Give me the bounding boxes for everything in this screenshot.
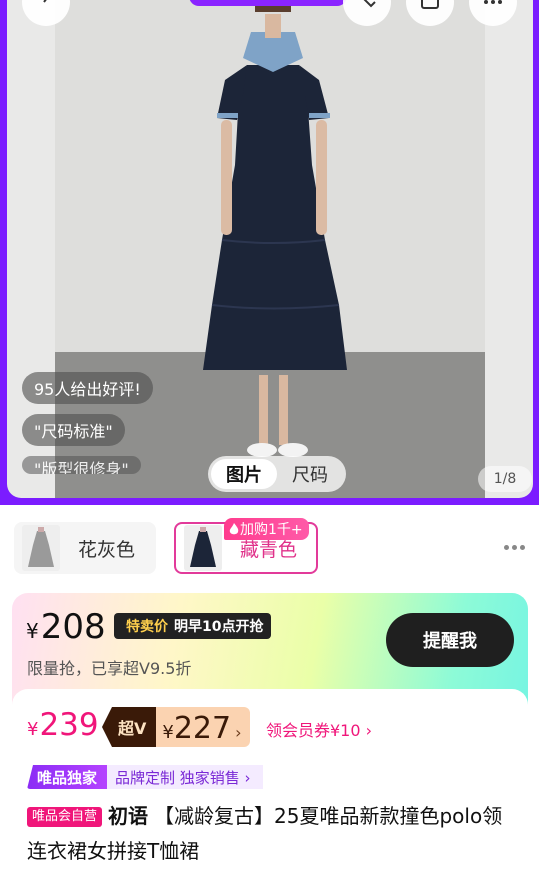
product-title: 唯品会自营 初语 【减龄复古】25夏唯品新款撞色polo领连衣裙女拼接T恤裙: [27, 799, 513, 869]
variant-thumbnail: [184, 525, 222, 571]
review-chip: 95人给出好评!: [22, 372, 153, 404]
currency-symbol: ¥: [162, 722, 174, 743]
tab-size[interactable]: 尺码: [277, 459, 343, 489]
review-text: "版型很修身": [34, 460, 129, 474]
color-variants: 花灰色 藏青色 加购1千+: [0, 518, 539, 580]
flash-sale-tag: 特卖价 明早10点开抢: [114, 613, 272, 639]
svip-price-tag[interactable]: 超V ¥ 227 ›: [102, 707, 250, 747]
flash-tag-time: 明早10点开抢: [174, 619, 264, 635]
page-indicator: 1/8: [478, 466, 532, 492]
brand-name[interactable]: 初语: [108, 804, 148, 828]
more-icon: [484, 0, 502, 4]
currency-symbol: ¥: [26, 619, 39, 643]
flash-price-value: 208: [40, 607, 106, 647]
flash-sale-price: ¥ 208: [26, 607, 106, 647]
top-banner[interactable]: [189, 0, 347, 6]
review-chip: "版型很修身": [22, 456, 141, 474]
variant-gray[interactable]: 花灰色: [14, 522, 156, 574]
svip-price-value: 227: [173, 711, 232, 746]
remind-me-button[interactable]: 提醒我: [386, 613, 514, 667]
review-text: 95人给出好评!: [34, 380, 141, 399]
variant-thumbnail: [22, 525, 60, 571]
self-operated-badge: 唯品会自营: [27, 807, 103, 827]
tab-images[interactable]: 图片: [211, 459, 277, 489]
regular-price-value: 239: [39, 707, 99, 743]
member-coupon-link[interactable]: 领会员券¥10 ›: [266, 717, 372, 741]
back-arrow-icon: [43, 0, 47, 3]
review-chip: "尺码标准": [22, 414, 125, 446]
gallery-tab-switch: 图片 尺码: [208, 456, 346, 492]
exclusive-tag: 唯品独家: [27, 765, 108, 789]
brand-exclusive-row[interactable]: 唯品独家 品牌定制 独家销售 ›: [27, 765, 263, 789]
review-text: "尺码标准": [34, 422, 113, 441]
variant-label: 花灰色: [78, 538, 136, 561]
product-gallery: 95人给出好评! "尺码标准" "版型很修身" 图片 尺码 1/8: [0, 0, 539, 505]
regular-price: ¥ 239: [27, 707, 99, 743]
limit-notice: 限量抢，已享超V9.5折: [27, 659, 192, 678]
currency-symbol: ¥: [27, 719, 39, 740]
variant-navy[interactable]: 藏青色 加购1千+: [174, 518, 318, 574]
price-card: ¥ 208 特卖价 明早10点开抢 限量抢，已享超V9.5折 提醒我 ¥ 239…: [12, 593, 528, 880]
more-variants-icon[interactable]: [504, 545, 525, 550]
hot-badge-text: 加购1千+: [240, 522, 303, 538]
hot-badge: 加购1千+: [224, 518, 309, 540]
svip-price: ¥ 227 ›: [156, 707, 250, 747]
chevron-right-icon: ›: [235, 723, 242, 742]
price-detail: ¥ 239 超V ¥ 227 › 领会员券¥10 › 唯品独家 品牌定制 独家销…: [12, 689, 528, 880]
share-icon: [421, 0, 439, 9]
svip-label: 超V: [102, 707, 157, 747]
gallery-image-frame[interactable]: 95人给出好评! "尺码标准" "版型很修身" 图片 尺码 1/8: [7, 0, 533, 498]
tag-add-icon: [363, 0, 376, 8]
flash-tag-label: 特卖价: [126, 619, 168, 635]
exclusive-sub: 品牌定制 独家销售 ›: [107, 765, 263, 789]
flame-icon: [229, 523, 239, 535]
